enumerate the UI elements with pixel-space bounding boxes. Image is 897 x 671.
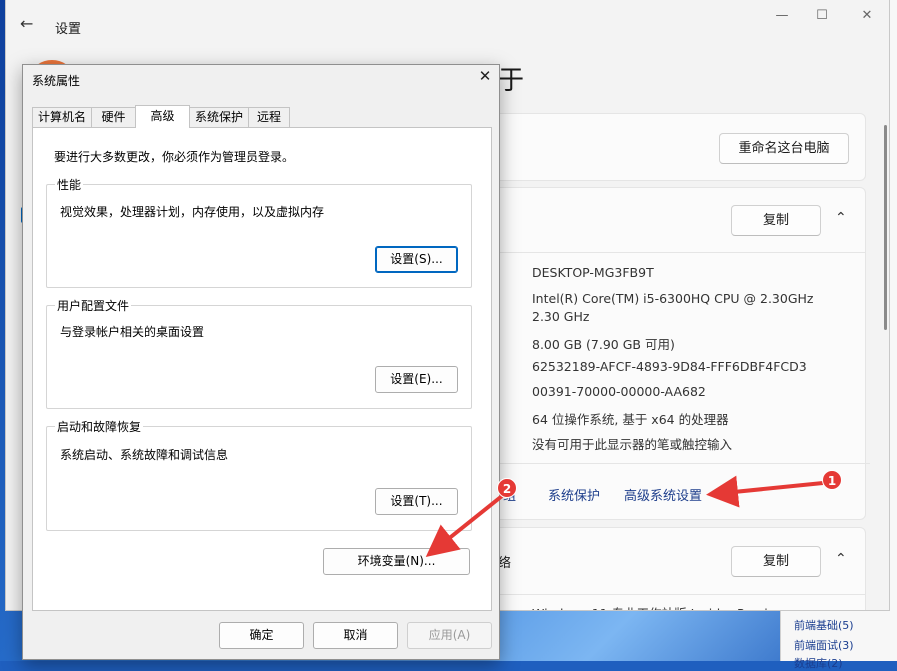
step-marker-1: 1 [822, 470, 842, 490]
arrow-to-environment-variables [425, 494, 504, 557]
arrow-to-advanced-settings [706, 475, 824, 508]
annotation-arrows [425, 475, 824, 557]
step-marker-2: 2 [497, 478, 517, 498]
